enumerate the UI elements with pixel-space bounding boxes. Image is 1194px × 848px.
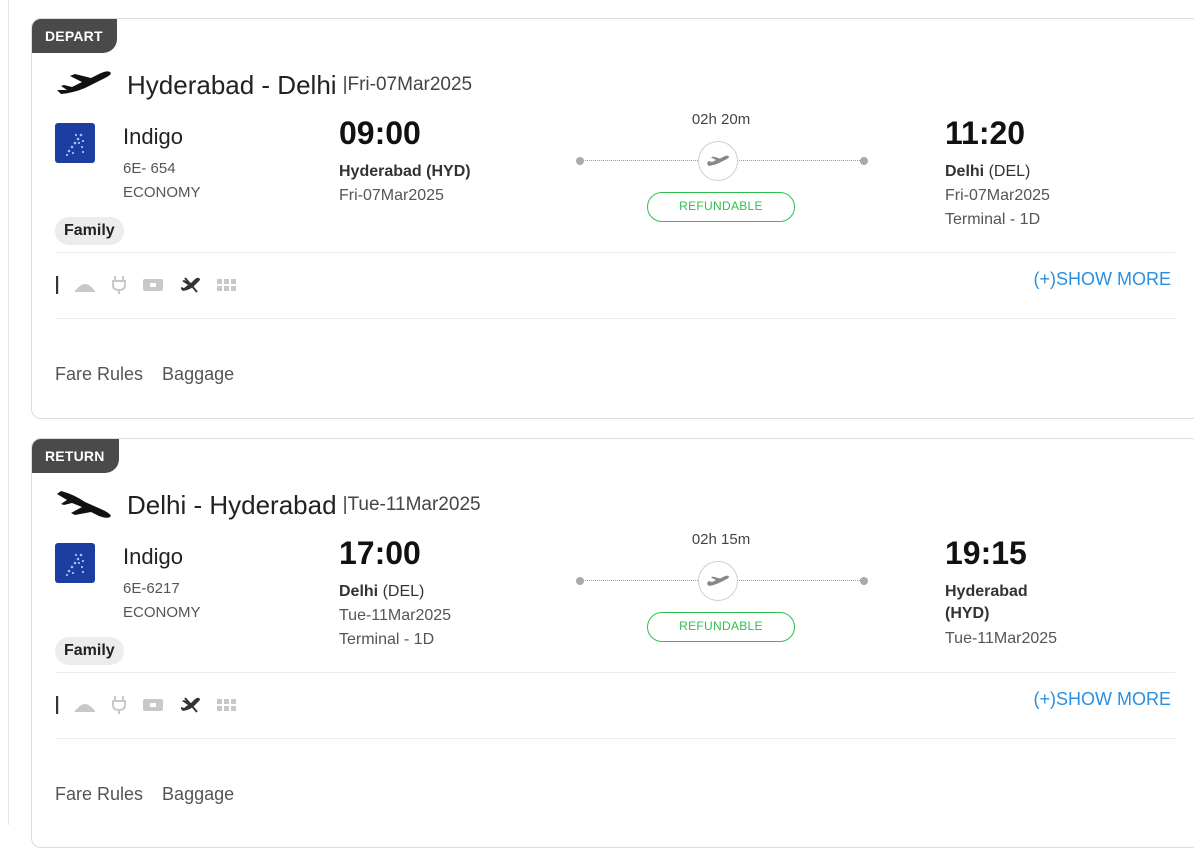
plane-takeoff-icon (57, 71, 111, 94)
departure-city-code: (DEL) (382, 583, 425, 600)
seat-grid-icon (216, 698, 238, 712)
entertainment-icon (142, 697, 164, 713)
page-left-border (8, 0, 9, 825)
divider (55, 672, 1175, 673)
depart-flight-card: DEPART Hyderabad - Delhi |Fri-07Mar2025 … (31, 18, 1194, 419)
route-name: Hyderabad - Delhi (127, 69, 337, 100)
departure-time: 17:00 (339, 535, 421, 571)
arrival-date: Tue-11Mar2025 (945, 630, 1058, 647)
entertainment-icon (142, 277, 164, 293)
plane-landing-icon (57, 491, 111, 518)
route-header: Hyderabad - Delhi |Fri-07Mar2025 (55, 65, 472, 105)
no-flight-icon (179, 275, 201, 295)
arrival-date: Fri-07Mar2025 (945, 187, 1050, 204)
flight-number: 6E- 654 (123, 160, 176, 177)
airline-name: Indigo (123, 124, 183, 149)
flight-duration: 02h 20m (691, 111, 751, 128)
departure-city-name: Delhi (339, 583, 379, 600)
seat-grid-icon (216, 278, 238, 292)
departure-city-name: Hyderabad (339, 163, 422, 180)
fare-type-tag: Family (55, 637, 124, 665)
amenity-icons (55, 694, 238, 716)
departure-city: Delhi (DEL) (339, 581, 424, 603)
airline-logo (55, 543, 95, 583)
arrival-city: Delhi (DEL) (945, 161, 1030, 183)
return-flight-card: RETURN Delhi - Hyderabad |Tue-11Mar2025 … (31, 438, 1194, 848)
cabin-class: ECONOMY (123, 184, 201, 201)
arrival-time: 19:15 (945, 535, 1027, 571)
refundable-badge: REFUNDABLE (647, 612, 795, 642)
route-name: Delhi - Hyderabad (127, 489, 337, 520)
power-plug-icon (111, 695, 127, 715)
departure-city: Hyderabad (HYD) (339, 161, 471, 183)
depart-badge: DEPART (32, 19, 117, 53)
card-links: Fare Rules Baggage (55, 784, 248, 805)
divider (55, 738, 1175, 739)
route-date: |Fri-07Mar2025 (342, 74, 473, 95)
departure-time: 09:00 (339, 115, 421, 151)
route-header: Delhi - Hyderabad |Tue-11Mar2025 (55, 485, 481, 525)
departure-city-code: (HYD) (426, 163, 471, 180)
arrival-city-code: (DEL) (988, 163, 1031, 180)
show-more-link[interactable]: (+)SHOW MORE (1034, 689, 1172, 710)
fare-type-tag: Family (55, 217, 124, 245)
arrival-city-name: Delhi (945, 163, 985, 180)
plane-icon (698, 561, 738, 601)
arrival-city-name: Hyderabad (945, 583, 1028, 600)
departure-date: Tue-11Mar2025 (339, 607, 452, 624)
arrival-terminal: Terminal - 1D (945, 211, 1041, 228)
fare-rules-link[interactable]: Fare Rules (55, 364, 143, 384)
fare-rules-link[interactable]: Fare Rules (55, 784, 143, 804)
divider (55, 252, 1175, 253)
arrival-time: 11:20 (945, 115, 1026, 151)
return-badge: RETURN (32, 439, 119, 473)
airline-name: Indigo (123, 544, 183, 569)
departure-terminal: Terminal - 1D (339, 631, 435, 648)
baggage-link[interactable]: Baggage (162, 364, 234, 384)
divider (55, 318, 1175, 319)
refundable-badge: REFUNDABLE (647, 192, 795, 222)
plane-icon (698, 141, 738, 181)
no-flight-icon (179, 695, 201, 715)
separator-icon (55, 275, 59, 295)
arrival-city-code: (HYD) (945, 605, 990, 622)
airline-logo (55, 123, 95, 163)
separator-icon (55, 695, 59, 715)
meal-icon (74, 278, 96, 292)
cabin-class: ECONOMY (123, 604, 201, 621)
amenity-icons (55, 274, 238, 296)
flight-duration: 02h 15m (691, 531, 751, 548)
route-date: |Tue-11Mar2025 (342, 494, 481, 515)
baggage-link[interactable]: Baggage (162, 784, 234, 804)
meal-icon (74, 698, 96, 712)
power-plug-icon (111, 275, 127, 295)
show-more-link[interactable]: (+)SHOW MORE (1034, 269, 1172, 290)
card-links: Fare Rules Baggage (55, 364, 248, 385)
flight-number: 6E-6217 (123, 580, 180, 597)
departure-date: Fri-07Mar2025 (339, 187, 444, 204)
